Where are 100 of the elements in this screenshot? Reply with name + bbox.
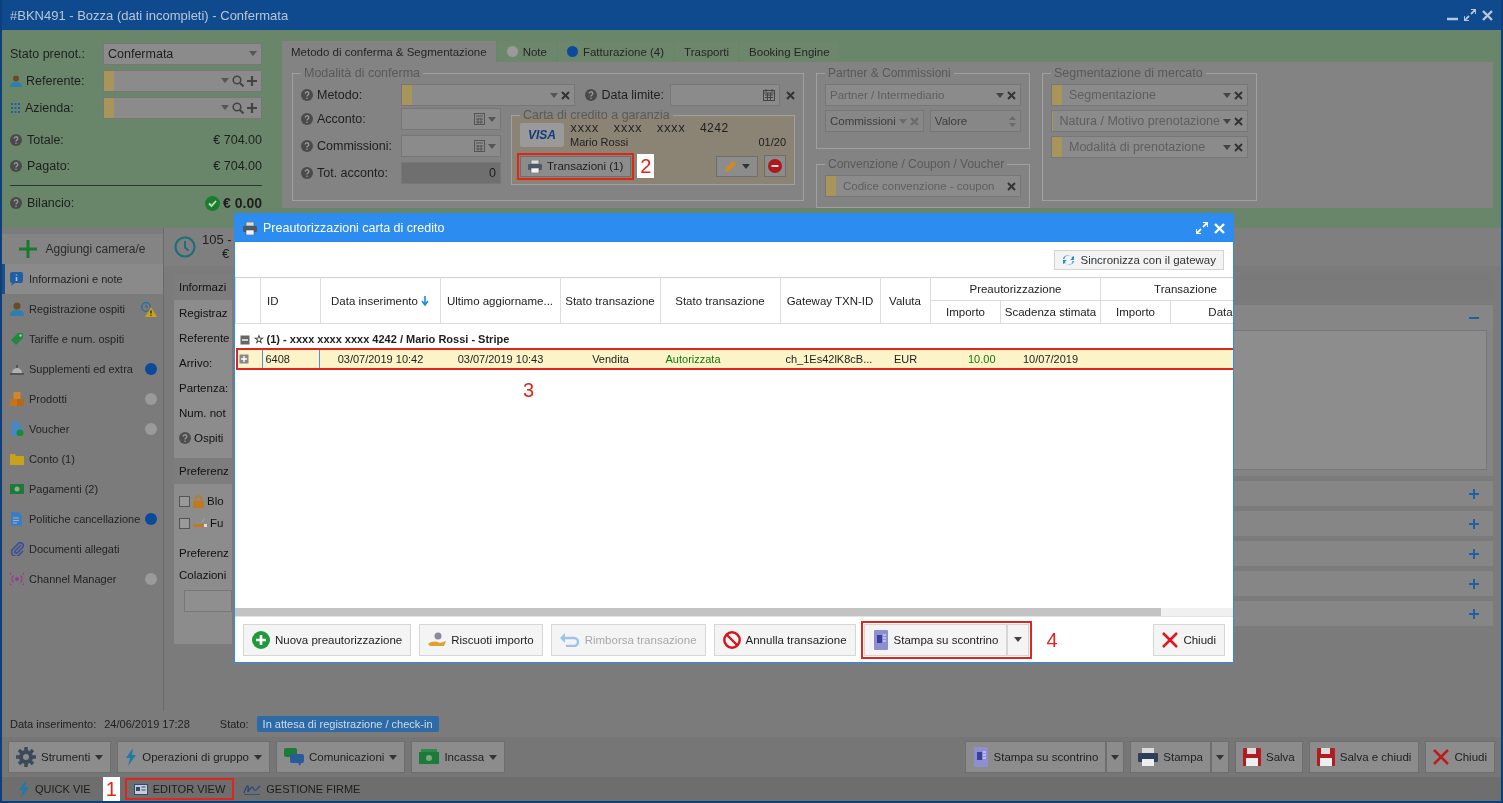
plus-icon[interactable] [247, 102, 257, 113]
calculator-icon [474, 140, 485, 152]
toolbar-button[interactable]: Comunicazioni [276, 741, 406, 773]
select-field: Commissioni [825, 110, 924, 132]
column-group-header: Transazione [1100, 277, 1233, 301]
expand-icon[interactable] [1469, 548, 1479, 559]
sidebar-item[interactable]: Prodotti [2, 384, 163, 414]
cigarette-icon [193, 517, 207, 529]
clear-icon[interactable] [1007, 181, 1016, 191]
table-cell: 10/07/2019 [1022, 352, 1079, 365]
sidebar-item[interactable]: Informazioni e note [2, 264, 163, 294]
tab[interactable]: Metodo di conferma & Segmentazione [282, 41, 496, 62]
column-header[interactable]: Data inserimento [320, 277, 441, 324]
dropdown-button[interactable] [1211, 741, 1229, 773]
dialog-button[interactable]: Annulla transazione [713, 623, 856, 656]
select-field[interactable] [401, 84, 576, 106]
view-tab[interactable]: QUICK VIE [12, 778, 97, 800]
plus-circle-icon [252, 630, 270, 649]
maximize-icon[interactable] [1464, 9, 1476, 21]
expand-icon[interactable] [1469, 578, 1479, 589]
search-icon[interactable] [232, 101, 244, 114]
dialog-title: Preautorizzazioni carta di credito [263, 221, 446, 235]
sidebar-item[interactable]: Tariffe e num. ospiti [2, 324, 163, 354]
clear-icon[interactable] [1234, 116, 1243, 126]
table-row[interactable]: 6408 03/07/2019 10:42 03/07/2019 10:43 Vendita Autorizzata ch_1Es42lK8cB... EUR 10.00 10/07/2019 [235, 347, 1233, 370]
transactions-button[interactable]: Transazioni (1) [520, 155, 632, 177]
view-tab[interactable]: GESTIONE FIRME [237, 781, 367, 797]
sidebar-item[interactable]: Registrazione ospiti [2, 294, 163, 324]
view-tab[interactable]: EDITOR VIEW [127, 781, 232, 797]
checkbox-label: Fu [210, 517, 224, 529]
select-field[interactable]: Confermata [103, 42, 262, 65]
table-cell: 03/07/2019 10:42 [337, 352, 424, 365]
sidebar-item[interactable]: Channel Manager [2, 564, 163, 594]
sidebar-item[interactable]: Voucher [2, 414, 163, 444]
column-header[interactable]: Stato transazione [560, 277, 661, 324]
checkbox[interactable] [179, 495, 190, 507]
clear-icon[interactable] [1234, 142, 1243, 152]
number-field[interactable] [401, 135, 501, 157]
caret-down-icon [742, 163, 750, 169]
toolbar-button[interactable]: Operazioni di gruppo [117, 741, 270, 773]
expand-icon[interactable] [1469, 488, 1479, 499]
column-header[interactable]: Stato transazione [660, 277, 781, 324]
balance-value: € 0.00 [223, 195, 262, 211]
number-field[interactable] [401, 108, 501, 130]
close-icon[interactable] [1482, 9, 1493, 21]
dialog-button[interactable]: Stampa su scontrino [863, 623, 1008, 656]
collapse-icon[interactable] [239, 334, 250, 345]
sidebar-item[interactable]: Pagamenti (2) [2, 474, 163, 504]
lookup-field[interactable] [103, 96, 262, 119]
toolbar-button[interactable]: Stampa su scontrino [964, 741, 1107, 773]
checkbox[interactable] [179, 517, 190, 529]
toolbar-button[interactable]: Salva e chiudi [1308, 741, 1420, 773]
dropdown-button[interactable] [1106, 741, 1125, 773]
toolbar-button[interactable]: Incassa [411, 741, 506, 773]
pencil-icon [724, 159, 737, 173]
sync-button[interactable]: Sincronizza con il gateway [1054, 249, 1224, 270]
add-room-button[interactable]: Aggiungi camera/e [2, 234, 163, 264]
toolbar-button[interactable]: Strumenti [8, 741, 112, 773]
callout-number: 4 [1045, 627, 1059, 652]
dialog-button[interactable]: Nuova preautorizzazione [243, 623, 412, 656]
expand-icon[interactable] [1469, 608, 1479, 619]
toolbar-button[interactable]: Stampa [1130, 741, 1211, 773]
help-icon [301, 167, 313, 179]
plus-icon[interactable] [247, 75, 257, 86]
clear-icon[interactable] [1234, 90, 1243, 100]
remove-button[interactable] [764, 155, 786, 177]
help-icon [585, 89, 598, 101]
column-header[interactable]: Valuta [880, 277, 931, 324]
printer-icon [1138, 748, 1159, 766]
clear-icon[interactable] [1007, 90, 1016, 100]
lookup-field[interactable] [103, 69, 262, 92]
caret-down-icon [1223, 144, 1231, 150]
search-icon[interactable] [232, 74, 244, 87]
sidebar-item[interactable]: Conto (1) [2, 444, 163, 474]
column-header[interactable]: ID [260, 277, 321, 324]
group-label: ☆ (1) - xxxx xxxx xxxx 4242 / Mario Rossi - Stripe [253, 333, 510, 347]
card-number: xxxx xxxx xxxx 4242 [570, 122, 730, 136]
sidebar-item[interactable]: Documenti allegati [2, 534, 163, 564]
clear-icon[interactable] [561, 90, 571, 100]
caret-down-icon [898, 118, 907, 124]
toolbar-button[interactable]: Salva [1235, 741, 1303, 773]
sidebar-item[interactable]: Politiche cancellazione [2, 504, 163, 534]
scrollbar[interactable] [235, 608, 1233, 616]
text-field[interactable] [184, 590, 232, 612]
dialog-button[interactable]: Chiudi [1153, 623, 1225, 656]
room-number: 105 - [202, 233, 232, 247]
date-field[interactable] [670, 84, 780, 106]
field-label: Stato prenot.: [10, 46, 86, 61]
clear-icon[interactable] [786, 90, 795, 100]
checkbox-label: Blo [207, 495, 224, 507]
column-header[interactable]: Gateway TXN-ID [780, 277, 881, 324]
calendar-icon[interactable] [763, 89, 775, 101]
edit-button[interactable] [716, 155, 758, 177]
expand-icon[interactable] [1469, 518, 1479, 529]
column-header[interactable]: Ultimo aggiorname... [440, 277, 561, 324]
toolbar-button[interactable]: Chiudi [1425, 741, 1495, 773]
table-cell: EUR [893, 352, 918, 365]
help-icon [10, 197, 22, 209]
sidebar-item[interactable]: Supplementi ed extra [2, 354, 163, 384]
dialog-button[interactable]: Riscuoti importo [419, 623, 543, 656]
